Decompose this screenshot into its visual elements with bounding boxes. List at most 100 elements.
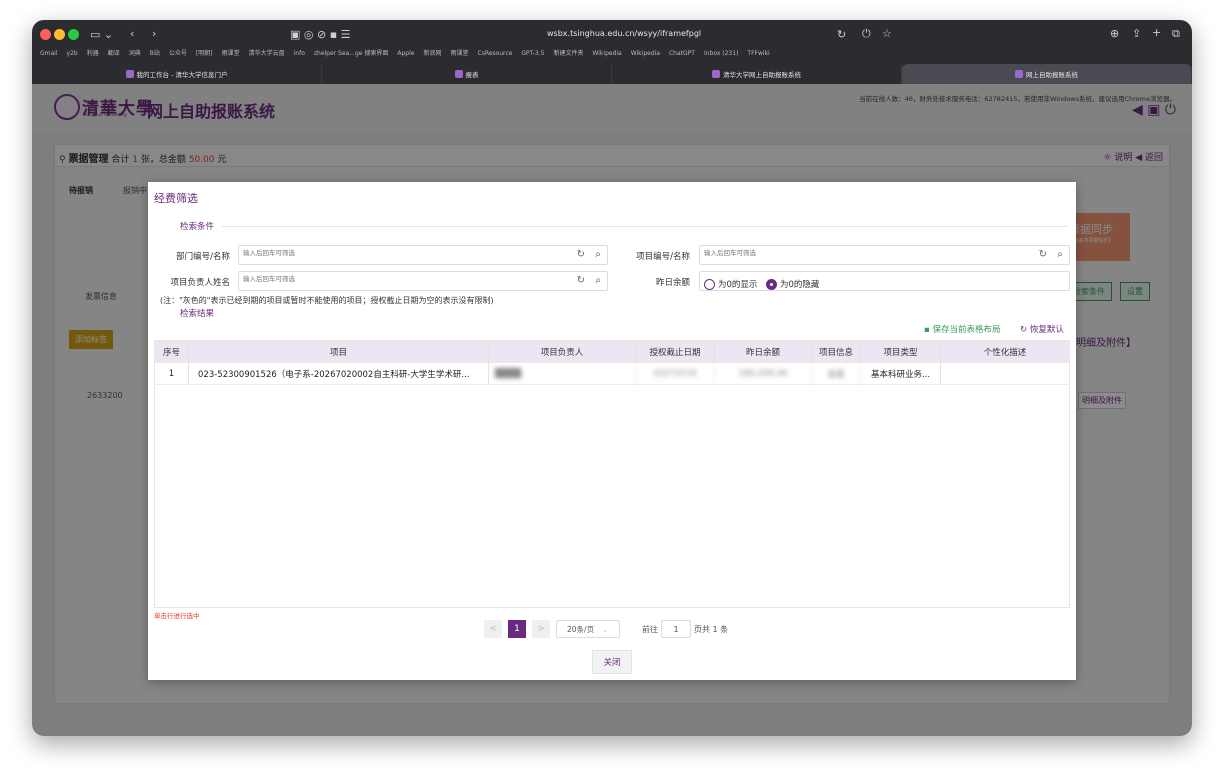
tab-favicon-icon (125, 70, 134, 78)
col-balance[interactable]: 昨日余额 (715, 341, 812, 363)
tab-favicon-icon (1015, 70, 1023, 78)
browser-tab[interactable]: 报表 (322, 64, 612, 84)
browser-tab[interactable]: 网上自助报账系统 (902, 64, 1192, 84)
result-section-title: 检索结果 (180, 309, 215, 319)
refresh-icon[interactable]: ↻ (577, 249, 585, 260)
bookmark-item[interactable]: ChatGPT (669, 50, 695, 57)
bookmark-item[interactable]: TFFwiki (747, 50, 769, 57)
col-deadline[interactable]: 授权截止日期 (636, 341, 715, 363)
cell-project: 023-52300901526（电子系-20267020002自主科研-大学生学… (189, 363, 489, 384)
back-icon[interactable]: ‹ (130, 27, 134, 40)
tab-favicon-icon (454, 70, 463, 78)
tab-favicon-icon (712, 70, 720, 78)
minimize-window-button[interactable] (54, 29, 65, 40)
radio-show-dot[interactable] (704, 278, 715, 290)
bookmark-item[interactable]: zhelper Sea...ge 搜索界面 (314, 48, 389, 57)
balance-label: 昨日余额 (655, 278, 690, 288)
bookmark-item[interactable]: B站 (150, 48, 160, 57)
project-field[interactable]: ↻ ⌕ (699, 245, 1070, 265)
sidebar-icon[interactable]: ▭ ⌄ (90, 28, 113, 41)
col-desc[interactable]: 个性化描述 (941, 341, 1069, 363)
bookmark-item[interactable]: 雨课堂 (450, 48, 468, 57)
table-row[interactable]: 1 023-52300901526（电子系-20267020002自主科研-大学… (155, 363, 1069, 385)
radio-show-label: 为0的显示 (718, 280, 758, 290)
goto-page-input[interactable]: 1 (661, 620, 691, 638)
bookmark-item[interactable]: 清华大学云盘 (249, 48, 285, 57)
owner-input[interactable] (243, 275, 501, 283)
cell-index: 1 (155, 363, 189, 384)
fund-filter-dialog: 经费筛选 检索条件 部门编号/名称 ↻ ⌕ 项目编号/名称 ↻ ⌕ 项目负责人姓… (148, 182, 1076, 680)
power-icon[interactable]: ⏻ (862, 27, 871, 41)
cell-type: 基本科研业务... (861, 363, 941, 384)
search-icon[interactable]: ⌕ (595, 275, 601, 286)
page-size-value: 20条/页 (567, 624, 595, 634)
reset-layout-button[interactable]: ↻ 恢复默认 (1020, 323, 1064, 335)
col-info[interactable]: 项目信息 (812, 341, 861, 363)
bookmark-item[interactable]: Wikipedia (631, 50, 660, 57)
col-type[interactable]: 项目类型 (861, 341, 941, 363)
bookmark-item[interactable]: Inbox (231) (704, 50, 738, 57)
bookmark-item[interactable]: [明朝] (196, 48, 213, 57)
total-label: 页共 1 条 (694, 624, 729, 634)
radio-hide-zero[interactable]: 为0的隐藏 (766, 278, 819, 290)
dialog-note: (注："灰色的"表示已经到期的项目或暂时不能使用的项目；授权截止日期为空的表示没… (160, 296, 494, 305)
bookmark-item[interactable]: info (294, 50, 305, 57)
close-window-button[interactable] (40, 29, 51, 40)
col-owner[interactable]: 项目负责人 (489, 341, 636, 363)
tab-strip: 我的工作台 - 清华大学信息门户 报表 清华大学网上自助报账系统 网上自助报账系统 (32, 64, 1192, 84)
browser-tab[interactable]: 我的工作台 - 清华大学信息门户 (32, 64, 322, 84)
bookmark-item[interactable]: Gmail (40, 50, 58, 57)
forward-icon[interactable]: › (152, 27, 156, 40)
goto-label: 前往 (642, 624, 658, 634)
download-icon[interactable]: ⊕ (1110, 27, 1119, 40)
address-bar[interactable]: wsbx.tsinghua.edu.cn/wsyy/iframefpgl (547, 29, 701, 38)
project-input[interactable] (704, 249, 963, 257)
bookmark-item[interactable]: 公众号 (169, 48, 187, 57)
bookmark-item[interactable]: 新建文件夹 (553, 48, 583, 57)
new-tab-icon[interactable]: + (1152, 26, 1161, 39)
bookmark-item[interactable]: 词典 (129, 48, 141, 57)
next-page-button[interactable]: > (532, 620, 550, 638)
cell-owner: ████ (489, 363, 636, 384)
dept-label: 部门编号/名称 (176, 252, 230, 262)
radio-hide-dot[interactable] (766, 278, 777, 290)
star-icon[interactable]: ☆ (882, 27, 892, 40)
bookmark-item[interactable]: GPT-3.5 (521, 50, 544, 57)
close-button[interactable]: 关闭 (592, 650, 632, 674)
bookmark-item[interactable]: Wikipedia (592, 50, 621, 57)
dept-input[interactable] (243, 249, 501, 257)
bookmark-item[interactable]: y2b (67, 50, 78, 57)
bookmark-item[interactable]: 翻译 (108, 48, 120, 57)
browser-tab[interactable]: 清华大学网上自助报账系统 (612, 64, 902, 84)
owner-field[interactable]: ↻ ⌕ (238, 271, 608, 291)
col-project[interactable]: 项目 (189, 341, 489, 363)
extension-icons[interactable]: ▣ ◎ ⊘ ▪ ☰ (290, 28, 351, 41)
radio-show-zero[interactable]: 为0的显示 (704, 278, 757, 290)
chevron-down-icon: ⌄ (602, 624, 609, 634)
tab-label: 网上自助报账系统 (1026, 71, 1078, 79)
tab-label: 清华大学网上自助报账系统 (723, 71, 801, 79)
share-icon[interactable]: ⇪ (1132, 27, 1141, 40)
prev-page-button[interactable]: < (484, 620, 502, 638)
page-1-button[interactable]: 1 (508, 620, 526, 638)
search-icon[interactable]: ⌕ (1057, 249, 1063, 260)
col-index[interactable]: 序号 (155, 341, 189, 363)
dept-field[interactable]: ↻ ⌕ (238, 245, 608, 265)
search-icon[interactable]: ⌕ (595, 249, 601, 260)
tabs-overview-icon[interactable]: ⧉ (1172, 27, 1180, 41)
reload-icon[interactable]: ↻ (837, 28, 846, 41)
bookmark-item[interactable]: 利器 (87, 48, 99, 57)
page-size-select[interactable]: 20条/页 ⌄ (556, 620, 620, 638)
refresh-icon[interactable]: ↻ (1039, 249, 1047, 260)
bookmark-item[interactable]: 新浪网 (423, 48, 441, 57)
save-layout-button[interactable]: ▪ 保存当前表格布局 (924, 323, 1000, 335)
refresh-icon[interactable]: ↻ (577, 275, 585, 286)
section-divider (222, 226, 1068, 227)
zoom-window-button[interactable] (68, 29, 79, 40)
bookmark-item[interactable]: CsResource (478, 50, 513, 57)
cell-info-link[interactable]: 查看 (812, 363, 861, 384)
bookmark-item[interactable]: 雨课堂 (222, 48, 240, 57)
project-label: 项目编号/名称 (636, 252, 690, 262)
browser-toolbar: ▭ ⌄ ‹ › ▣ ◎ ⊘ ▪ ☰ wsbx.tsinghua.edu.cn/w… (32, 20, 1192, 84)
bookmark-item[interactable]: Apple (397, 50, 414, 57)
